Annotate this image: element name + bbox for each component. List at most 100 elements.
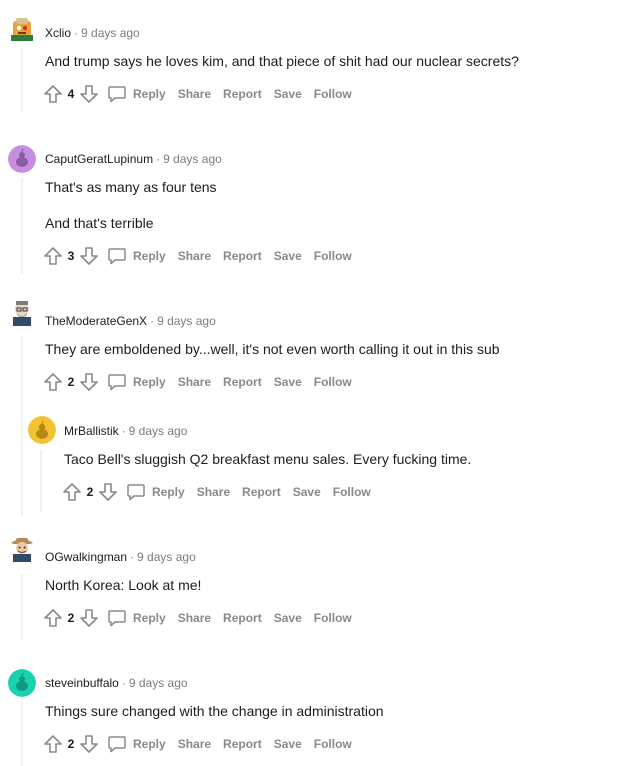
upvote-icon[interactable]	[43, 84, 63, 104]
comment-meta: Xclio · 9 days ago	[45, 25, 140, 41]
reply-button[interactable]: Reply	[107, 608, 172, 628]
timestamp[interactable]: 9 days ago	[81, 26, 140, 40]
upvote-icon[interactable]	[43, 372, 63, 392]
share-button[interactable]: Share	[172, 611, 217, 625]
thread-line[interactable]	[21, 48, 23, 112]
reply-label: Reply	[133, 375, 166, 389]
report-button[interactable]: Report	[217, 611, 268, 625]
comment-bubble-icon	[126, 482, 146, 502]
comment-actions: 2 Reply Share Report Save Follow	[62, 480, 377, 504]
downvote-icon[interactable]	[79, 608, 99, 628]
reply-button[interactable]: Reply	[107, 84, 172, 104]
comment-actions: 4 Reply Share Report Save Follow	[43, 82, 358, 106]
timestamp[interactable]: 9 days ago	[129, 676, 188, 690]
report-button[interactable]: Report	[217, 87, 268, 101]
reply-label: Reply	[133, 611, 166, 625]
comment-text: They are emboldened by...well, it's not …	[45, 341, 500, 357]
timestamp[interactable]: 9 days ago	[163, 152, 222, 166]
username[interactable]: CaputGeratLupinum	[45, 152, 153, 166]
comment-bubble-icon	[107, 372, 127, 392]
username[interactable]: steveinbuffalo	[45, 676, 119, 690]
username[interactable]: TheModerateGenX	[45, 314, 147, 328]
report-button[interactable]: Report	[217, 737, 268, 751]
reply-label: Reply	[133, 87, 166, 101]
comment-meta: MrBallistik · 9 days ago	[64, 423, 187, 439]
username[interactable]: Xclio	[45, 26, 71, 40]
comment-meta: CaputGeratLupinum · 9 days ago	[45, 151, 222, 167]
save-button[interactable]: Save	[268, 611, 308, 625]
thread-line[interactable]	[21, 178, 23, 274]
share-button[interactable]: Share	[172, 375, 217, 389]
comment-text: Taco Bell's sluggish Q2 breakfast menu s…	[64, 451, 472, 467]
save-button[interactable]: Save	[268, 249, 308, 263]
reply-label: Reply	[152, 485, 185, 499]
username[interactable]: MrBallistik	[64, 424, 119, 438]
follow-button[interactable]: Follow	[308, 87, 358, 101]
comment-actions: 3 Reply Share Report Save Follow	[43, 244, 358, 268]
comment-meta: steveinbuffalo · 9 days ago	[45, 675, 188, 691]
reply-button[interactable]: Reply	[126, 482, 191, 502]
comment-bubble-icon	[107, 246, 127, 266]
comment-text: Things sure changed with the change in a…	[45, 703, 384, 719]
thread-line[interactable]	[40, 450, 42, 512]
avatar[interactable]	[8, 13, 36, 41]
upvote-icon[interactable]	[43, 246, 63, 266]
share-button[interactable]: Share	[191, 485, 236, 499]
follow-button[interactable]: Follow	[308, 611, 358, 625]
report-button[interactable]: Report	[217, 375, 268, 389]
reply-button[interactable]: Reply	[107, 734, 172, 754]
timestamp[interactable]: 9 days ago	[137, 550, 196, 564]
separator-dot: ·	[121, 424, 126, 438]
reply-button[interactable]: Reply	[107, 246, 172, 266]
follow-button[interactable]: Follow	[308, 737, 358, 751]
vote-count: 3	[67, 249, 75, 263]
save-button[interactable]: Save	[268, 375, 308, 389]
upvote-icon[interactable]	[43, 734, 63, 754]
upvote-icon[interactable]	[62, 482, 82, 502]
downvote-icon[interactable]	[98, 482, 118, 502]
thread-line[interactable]	[21, 702, 23, 766]
reply-button[interactable]: Reply	[107, 372, 172, 392]
share-button[interactable]: Share	[172, 249, 217, 263]
downvote-icon[interactable]	[79, 246, 99, 266]
follow-button[interactable]: Follow	[327, 485, 377, 499]
comment-bubble-icon	[107, 84, 127, 104]
avatar[interactable]	[8, 669, 36, 697]
separator-dot: ·	[130, 550, 135, 564]
timestamp[interactable]: 9 days ago	[157, 314, 216, 328]
downvote-icon[interactable]	[79, 84, 99, 104]
comment-bubble-icon	[107, 608, 127, 628]
timestamp[interactable]: 9 days ago	[129, 424, 188, 438]
downvote-icon[interactable]	[79, 372, 99, 392]
comment-text: North Korea: Look at me!	[45, 577, 202, 593]
save-button[interactable]: Save	[268, 737, 308, 751]
comment-actions: 2 Reply Share Report Save Follow	[43, 732, 358, 756]
avatar[interactable]	[8, 145, 36, 173]
thread-line[interactable]	[21, 336, 23, 516]
avatar[interactable]	[28, 416, 56, 444]
vote-count: 4	[67, 87, 75, 101]
downvote-icon[interactable]	[79, 734, 99, 754]
vote-count: 2	[67, 375, 75, 389]
follow-button[interactable]: Follow	[308, 375, 358, 389]
thread-line[interactable]	[21, 574, 23, 640]
report-button[interactable]: Report	[236, 485, 287, 499]
comment-meta: OGwalkingman · 9 days ago	[45, 549, 196, 565]
avatar[interactable]	[8, 534, 36, 562]
share-button[interactable]: Share	[172, 87, 217, 101]
vote-count: 2	[67, 611, 75, 625]
save-button[interactable]: Save	[268, 87, 308, 101]
username[interactable]: OGwalkingman	[45, 550, 127, 564]
report-button[interactable]: Report	[217, 249, 268, 263]
avatar[interactable]	[8, 298, 36, 326]
vote-count: 2	[67, 737, 75, 751]
follow-button[interactable]: Follow	[308, 249, 358, 263]
share-button[interactable]: Share	[172, 737, 217, 751]
save-button[interactable]: Save	[287, 485, 327, 499]
comment-bubble-icon	[107, 734, 127, 754]
vote-count: 2	[86, 485, 94, 499]
separator-dot: ·	[150, 314, 155, 328]
comment-actions: 2 Reply Share Report Save Follow	[43, 606, 358, 630]
comment-meta: TheModerateGenX · 9 days ago	[45, 313, 216, 329]
upvote-icon[interactable]	[43, 608, 63, 628]
